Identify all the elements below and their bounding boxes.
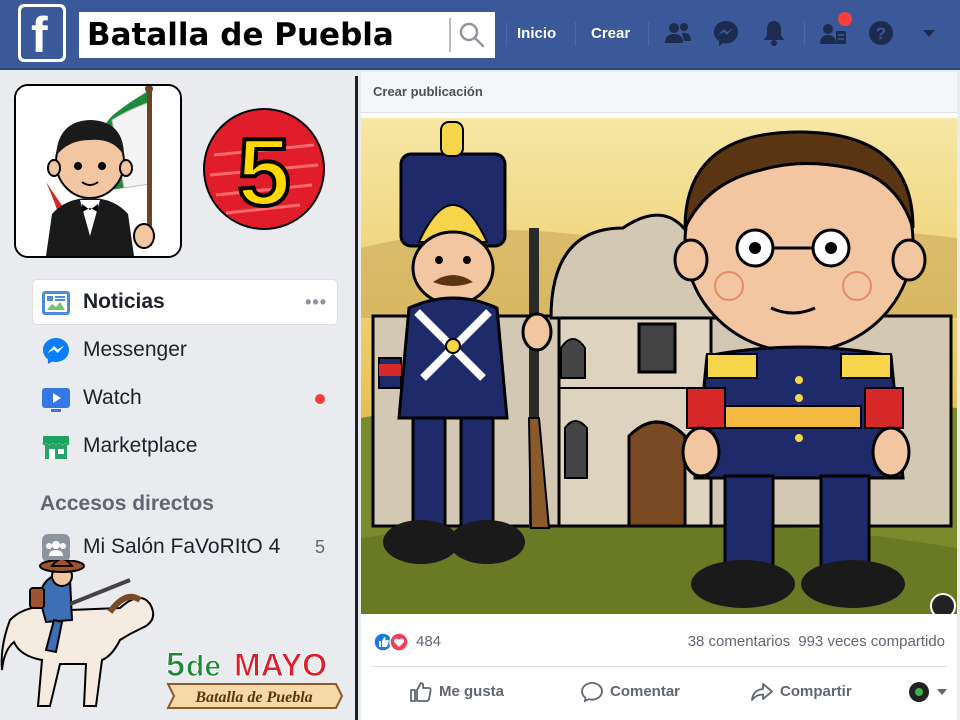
search-box[interactable]: Batalla de Puebla <box>79 12 495 58</box>
svg-text:Batalla de Puebla: Batalla de Puebla <box>194 689 312 706</box>
cinco-de-mayo-logo: 5 de MAYO Batalla de Puebla <box>166 646 344 709</box>
top-navigation-bar: f Batalla de Puebla Inicio Crear ? <box>0 0 960 70</box>
number-five-badge: 5 <box>203 108 325 230</box>
chevron-down-icon[interactable] <box>914 18 944 48</box>
nav-separator <box>575 22 576 46</box>
search-separator <box>449 18 451 52</box>
like-button[interactable]: Me gusta <box>409 667 529 717</box>
sidebar-item-label: Messenger <box>83 338 187 361</box>
post-header: Crear publicación <box>361 72 957 113</box>
boy-with-flag-illustration <box>16 86 180 256</box>
post-action-bar: Me gusta Comentar Compartir <box>371 666 947 717</box>
sidebar-item-watch[interactable]: Watch <box>33 376 337 420</box>
shares-count[interactable]: 993 veces compartido <box>798 633 945 650</box>
messenger-nav-icon[interactable] <box>711 18 741 48</box>
profile-picture[interactable] <box>14 84 182 258</box>
facebook-f-icon: f <box>21 7 63 59</box>
left-sidebar: 5 Noticias ••• Messenger Watch Marketpla… <box>0 70 350 720</box>
svg-text:?: ? <box>876 24 886 43</box>
nav-separator <box>804 22 805 46</box>
home-button[interactable]: Inicio <box>509 14 564 54</box>
sidebar-item-label: Marketplace <box>83 434 198 457</box>
search-icon[interactable] <box>457 20 487 50</box>
column-divider <box>355 76 358 720</box>
sidebar-item-messenger[interactable]: Messenger <box>33 328 337 372</box>
sidebar-item-marketplace[interactable]: Marketplace <box>33 424 337 468</box>
sidebar-item-label: Watch <box>83 386 142 409</box>
notification-badge <box>838 12 852 26</box>
new-content-dot <box>315 394 325 404</box>
comment-label: Comentar <box>610 683 681 700</box>
notifications-bell-icon[interactable] <box>759 18 789 48</box>
nav-separator <box>648 22 649 46</box>
marketplace-icon <box>42 436 70 459</box>
friend-requests-icon[interactable] <box>663 18 693 48</box>
comments-count[interactable]: 38 comentarios <box>688 633 791 650</box>
engagement-meta: 38 comentarios 993 veces compartido <box>688 624 945 660</box>
search-input[interactable]: Batalla de Puebla <box>87 16 394 54</box>
svg-text:de: de <box>186 650 221 683</box>
reactions-bar: 484 38 comentarios 993 veces compartido <box>361 624 957 660</box>
post-card: Crear publicación 484 38 comentarios 993… <box>361 72 957 720</box>
reaction-count[interactable]: 484 <box>416 624 441 660</box>
facebook-logo[interactable]: f <box>18 4 66 62</box>
news-feed-icon <box>42 291 70 315</box>
more-options-icon[interactable]: ••• <box>305 292 327 313</box>
svg-text:MAYO: MAYO <box>234 647 327 683</box>
group-icon <box>42 534 70 562</box>
create-post-label[interactable]: Crear publicación <box>373 72 483 112</box>
comment-icon <box>581 682 603 703</box>
audience-selector-icon[interactable] <box>897 672 957 712</box>
watch-icon <box>42 388 70 412</box>
like-label: Me gusta <box>439 683 505 700</box>
help-icon[interactable]: ? <box>866 18 896 48</box>
thumbs-up-icon <box>410 682 432 702</box>
nav-separator <box>506 22 507 46</box>
shortcut-count: 5 <box>314 537 325 557</box>
share-button[interactable]: Compartir <box>750 667 870 717</box>
svg-text:5: 5 <box>237 119 290 226</box>
share-arrow-icon <box>751 683 773 701</box>
post-image[interactable] <box>361 118 957 614</box>
sidebar-item-label: Noticias <box>83 290 165 313</box>
create-button[interactable]: Crear <box>583 14 638 54</box>
messenger-icon <box>43 338 69 364</box>
svg-text:5: 5 <box>166 646 185 684</box>
share-label: Compartir <box>780 683 852 700</box>
comment-button[interactable]: Comentar <box>580 667 700 717</box>
sidebar-item-news-feed[interactable]: Noticias ••• <box>33 280 337 324</box>
horse-rider-illustration <box>0 560 155 707</box>
like-love-reactions-icon[interactable] <box>373 632 413 652</box>
shortcuts-heading: Accesos directos <box>40 492 214 515</box>
